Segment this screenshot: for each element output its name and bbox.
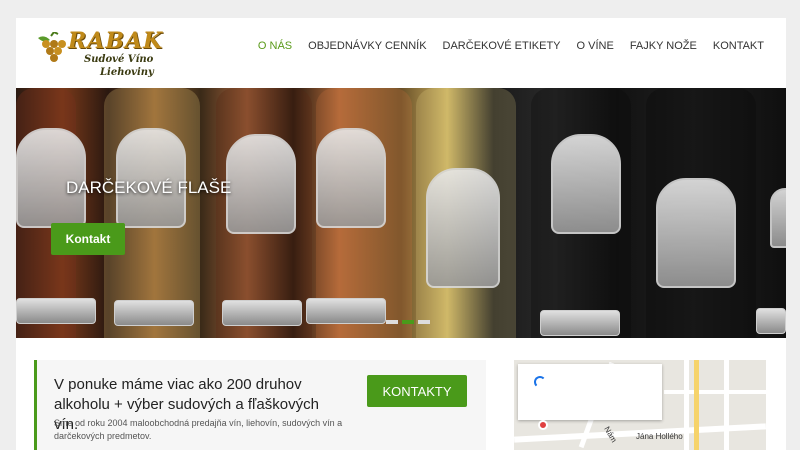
bottle-label bbox=[226, 134, 296, 234]
logo-subtitle-wine: Sudové Víno bbox=[84, 54, 154, 65]
map-street-label: Nám bbox=[602, 424, 619, 445]
map-street-label: Jána Hollého bbox=[636, 432, 683, 441]
contacts-button[interactable]: KONTAKTY bbox=[367, 375, 467, 407]
logo[interactable]: RABAK Sudové Víno Liehoviny bbox=[34, 26, 164, 82]
bottle-label bbox=[222, 300, 302, 326]
nav-item-darcekove-etikety[interactable]: DARČEKOVÉ ETIKETY bbox=[443, 40, 561, 52]
bottle-label bbox=[16, 298, 96, 324]
nav-item-kontakt[interactable]: KONTAKT bbox=[713, 40, 764, 52]
bottle-label bbox=[114, 300, 194, 326]
map-loading-card bbox=[518, 364, 662, 420]
nav-item-fajky-noze[interactable]: FAJKY NOŽE bbox=[630, 40, 697, 52]
logo-title: RABAK bbox=[68, 28, 164, 54]
nav-item-objednavky-cennik[interactable]: OBJEDNÁVKY CENNÍK bbox=[308, 40, 426, 52]
page: RABAK Sudové Víno Liehoviny O NÁS OBJEDN… bbox=[16, 18, 786, 450]
bottle-label bbox=[551, 134, 621, 234]
logo-subtitle-spirits: Liehoviny bbox=[100, 67, 154, 78]
slider-dot-active[interactable] bbox=[402, 320, 414, 324]
grapes-icon bbox=[38, 32, 66, 62]
bottle-label bbox=[656, 178, 736, 288]
hero-title: DARČEKOVÉ FLAŠE bbox=[66, 178, 232, 197]
map-main-road bbox=[694, 360, 699, 450]
map-embed[interactable]: Nám Jána Hollého bbox=[514, 360, 766, 450]
slider-dots bbox=[386, 320, 430, 324]
promo-description: Sme od roku 2004 maloobchodná predajňa v… bbox=[54, 418, 343, 441]
main-nav: O NÁS OBJEDNÁVKY CENNÍK DARČEKOVÉ ETIKET… bbox=[258, 40, 764, 52]
bottle-label bbox=[540, 310, 620, 336]
slider-dot[interactable] bbox=[386, 320, 398, 324]
bottle-label bbox=[426, 168, 500, 288]
map-pin-icon[interactable] bbox=[538, 420, 548, 430]
map-road bbox=[664, 390, 766, 394]
bottle-label bbox=[770, 188, 786, 248]
loading-spinner-icon bbox=[534, 376, 546, 388]
nav-item-o-vine[interactable]: O VÍNE bbox=[577, 40, 614, 52]
bottle-label bbox=[306, 298, 386, 324]
promo-box: V ponuke máme viac ako 200 druhov alkoho… bbox=[34, 360, 486, 450]
hero-slider[interactable]: DARČEKOVÉ FLAŠE Kontakt bbox=[16, 88, 786, 338]
nav-item-o-nas[interactable]: O NÁS bbox=[258, 40, 292, 52]
map-road bbox=[724, 360, 729, 450]
bottle-label bbox=[756, 308, 786, 334]
slider-dot[interactable] bbox=[418, 320, 430, 324]
hero-contact-button[interactable]: Kontakt bbox=[51, 223, 125, 255]
bottle-label bbox=[316, 128, 386, 228]
map-road bbox=[684, 360, 689, 450]
